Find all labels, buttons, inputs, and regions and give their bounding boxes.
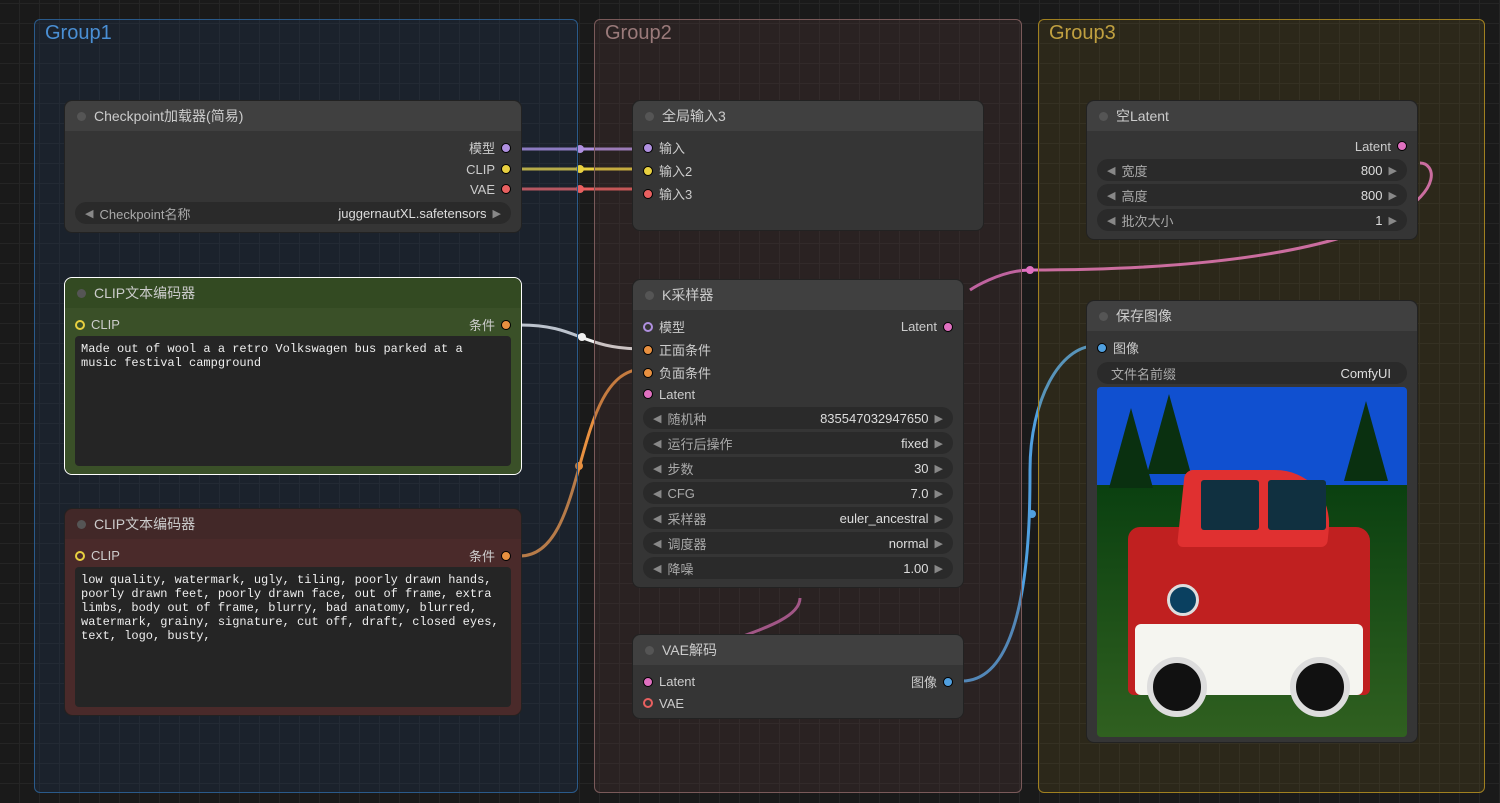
port-model-out: 模型 (469, 138, 495, 157)
group-2-title: Group2 (595, 20, 1021, 47)
group-1-title: Group1 (35, 20, 577, 47)
batch-widget[interactable]: ◀批次大小1▶ (1097, 209, 1407, 231)
node-save-image[interactable]: 保存图像 图像 文件名前缀 ComfyUI (1086, 300, 1418, 743)
node-title: CLIP文本编码器 (94, 283, 195, 303)
port-clip-out: CLIP (466, 162, 495, 177)
collapse-dot-icon[interactable] (77, 520, 86, 529)
node-header[interactable]: VAE解码 (633, 635, 963, 665)
node-title: K采样器 (662, 285, 713, 305)
port-image-out[interactable] (943, 677, 953, 687)
steps-widget[interactable]: ◀步数30▶ (643, 457, 953, 479)
node-title: VAE解码 (662, 640, 717, 660)
control-widget[interactable]: ◀运行后操作fixed▶ (643, 432, 953, 454)
node-header[interactable]: CLIP文本编码器 (65, 278, 521, 308)
prompt-textarea-positive[interactable] (75, 336, 511, 466)
port-vae-out: VAE (470, 182, 495, 197)
port-in3[interactable] (643, 189, 653, 199)
node-title: 空Latent (1116, 106, 1169, 126)
port-dot-clip[interactable] (501, 164, 511, 174)
port-pos-in[interactable] (643, 345, 653, 355)
port-vae-in[interactable] (643, 698, 653, 708)
port-model-in[interactable] (643, 322, 653, 332)
port-cond-out[interactable] (501, 320, 511, 330)
node-header[interactable]: 全局输入3 (633, 101, 983, 131)
node-title: Checkpoint加载器(简易) (94, 106, 243, 126)
node-header[interactable]: CLIP文本编码器 (65, 509, 521, 539)
node-ksampler[interactable]: K采样器 模型 Latent 正面条件 负面条件 Latent ◀随机种8355… (632, 279, 964, 588)
arrow-right-icon[interactable]: ▶ (493, 207, 501, 220)
node-title: 保存图像 (1116, 306, 1172, 326)
node-global-input[interactable]: 全局输入3 输入 输入2 输入3 (632, 100, 984, 231)
port-latent-out[interactable] (1397, 141, 1407, 151)
node-clip-positive[interactable]: CLIP文本编码器 CLIP 条件 (64, 277, 522, 475)
node-header[interactable]: 空Latent (1087, 101, 1417, 131)
scheduler-widget[interactable]: ◀调度器normal▶ (643, 532, 953, 554)
node-checkpoint-loader[interactable]: Checkpoint加载器(简易) 模型 CLIP VAE ◀ Checkpoi… (64, 100, 522, 233)
seed-widget[interactable]: ◀随机种835547032947650▶ (643, 407, 953, 429)
node-title: CLIP文本编码器 (94, 514, 195, 534)
collapse-dot-icon[interactable] (77, 112, 86, 121)
port-clip-in[interactable] (75, 320, 85, 330)
port-in1[interactable] (643, 143, 653, 153)
output-image-preview[interactable] (1097, 387, 1407, 737)
port-dot-vae[interactable] (501, 184, 511, 194)
sampler-widget[interactable]: ◀采样器euler_ancestral▶ (643, 507, 953, 529)
collapse-dot-icon[interactable] (1099, 312, 1108, 321)
node-title: 全局输入3 (662, 106, 726, 126)
port-clip-in[interactable] (75, 551, 85, 561)
node-header[interactable]: K采样器 (633, 280, 963, 310)
port-image-in[interactable] (1097, 343, 1107, 353)
arrow-left-icon[interactable]: ◀ (85, 207, 93, 220)
port-neg-in[interactable] (643, 368, 653, 378)
checkpoint-name-widget[interactable]: ◀ Checkpoint名称 juggernautXL.safetensors … (75, 202, 511, 224)
collapse-dot-icon[interactable] (645, 112, 654, 121)
node-vae-decode[interactable]: VAE解码 Latent 图像 VAE (632, 634, 964, 719)
height-widget[interactable]: ◀高度800▶ (1097, 184, 1407, 206)
node-header[interactable]: 保存图像 (1087, 301, 1417, 331)
port-cond-out[interactable] (501, 551, 511, 561)
port-latent-in[interactable] (643, 677, 653, 687)
node-empty-latent[interactable]: 空Latent Latent ◀宽度800▶ ◀高度800▶ ◀批次大小1▶ (1086, 100, 1418, 240)
group-3-title: Group3 (1039, 20, 1484, 47)
port-latent-out[interactable] (943, 322, 953, 332)
port-dot-model[interactable] (501, 143, 511, 153)
collapse-dot-icon[interactable] (645, 646, 654, 655)
filename-prefix-widget[interactable]: 文件名前缀 ComfyUI (1097, 362, 1407, 384)
collapse-dot-icon[interactable] (77, 289, 86, 298)
width-widget[interactable]: ◀宽度800▶ (1097, 159, 1407, 181)
port-latent-in[interactable] (643, 389, 653, 399)
collapse-dot-icon[interactable] (1099, 112, 1108, 121)
node-clip-negative[interactable]: CLIP文本编码器 CLIP 条件 (64, 508, 522, 716)
denoise-widget[interactable]: ◀降噪1.00▶ (643, 557, 953, 579)
node-header[interactable]: Checkpoint加载器(简易) (65, 101, 521, 131)
prompt-textarea-negative[interactable] (75, 567, 511, 707)
cfg-widget[interactable]: ◀CFG7.0▶ (643, 482, 953, 504)
port-in2[interactable] (643, 166, 653, 176)
collapse-dot-icon[interactable] (645, 291, 654, 300)
